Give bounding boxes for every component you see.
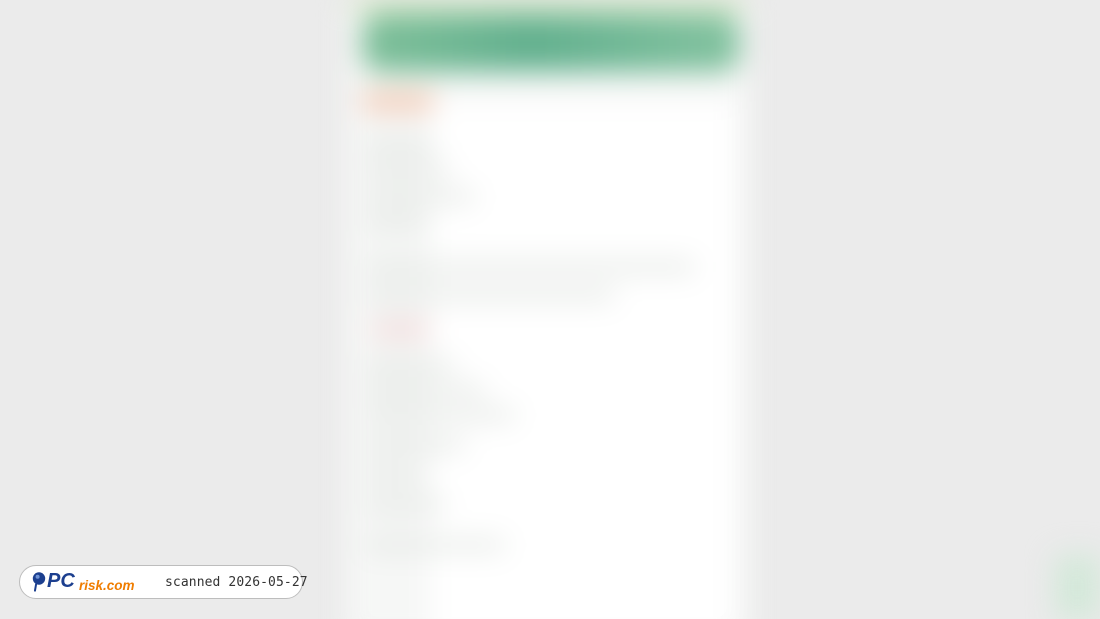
red-label-block xyxy=(372,322,430,336)
text-line xyxy=(365,500,445,510)
text-line xyxy=(365,410,515,420)
pcrisk-logo: PC risk.com xyxy=(31,570,143,594)
blurred-webpage-content xyxy=(0,0,1100,619)
scan-watermark-badge: PC risk.com scanned 2026-05-27 xyxy=(19,565,308,599)
text-line xyxy=(365,440,465,450)
text-line xyxy=(365,290,615,300)
text-line xyxy=(365,165,450,175)
text-line xyxy=(365,262,695,272)
svg-text:risk.com: risk.com xyxy=(79,578,135,593)
orange-label-block xyxy=(362,92,434,110)
text-line xyxy=(365,218,430,228)
top-strip xyxy=(350,0,745,10)
scan-date-text: scanned 2026-05-27 xyxy=(165,574,308,590)
corner-widget xyxy=(1055,555,1100,619)
pcrisk-logo-icon: PC risk.com xyxy=(32,570,135,593)
text-line xyxy=(365,192,475,202)
blurred-webpage xyxy=(0,0,1100,619)
header-banner xyxy=(362,14,740,72)
text-line xyxy=(365,385,485,395)
text-line xyxy=(365,540,505,550)
text-line xyxy=(365,140,435,150)
text-line xyxy=(365,470,425,480)
text-line xyxy=(365,360,455,370)
svg-text:PC: PC xyxy=(47,570,75,592)
